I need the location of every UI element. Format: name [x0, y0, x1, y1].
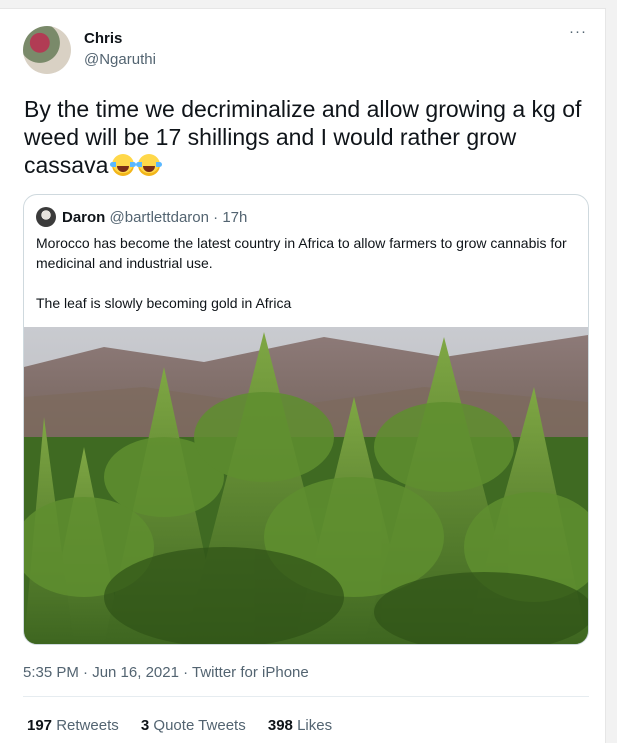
tweet-text: By the time we decriminalize and allow g… [24, 95, 594, 179]
quote-tweets-stat[interactable]: 3 Quote Tweets [141, 717, 246, 734]
author-handle[interactable]: @Ngaruthi [84, 51, 156, 68]
cannabis-field-image[interactable] [24, 327, 588, 644]
quoted-separator: · [208, 209, 223, 226]
quoted-header: Daron @bartlettdaron · 17h [62, 209, 247, 226]
quotes-count: 3 [140, 717, 150, 734]
quotes-label: Quote Tweets [153, 717, 246, 734]
avatar[interactable] [23, 26, 71, 74]
quoted-tweet[interactable]: Daron @bartlettdaron · 17h Morocco has b… [23, 194, 589, 645]
laughing-crying-emoji-icon [110, 154, 137, 176]
quoted-author-handle: @bartlettdaron [109, 209, 209, 226]
tweet-source[interactable]: Twitter for iPhone [192, 664, 309, 681]
quoted-avatar [36, 207, 56, 227]
engagement-stats: 197 Retweets 3 Quote Tweets 398 Likes [27, 717, 350, 734]
quoted-paragraph: Morocco has become the latest country in… [36, 235, 567, 271]
divider [23, 696, 589, 697]
tweet-card: Chris @Ngaruthi ··· By the time we decri… [0, 8, 606, 743]
quoted-author-name: Daron [62, 209, 106, 226]
retweets-label: Retweets [56, 717, 119, 734]
timestamp-text[interactable]: 5:35 PM · Jun 16, 2021 · [23, 664, 192, 681]
laughing-crying-emoji-icon [136, 154, 163, 176]
quoted-text: Morocco has become the latest country in… [36, 233, 576, 313]
retweets-count: 197 [27, 717, 53, 734]
author-name[interactable]: Chris [84, 30, 122, 47]
retweets-stat[interactable]: 197 Retweets [27, 717, 119, 734]
more-options-icon[interactable]: ··· [567, 23, 589, 41]
quoted-paragraph: The leaf is slowly becoming gold in Afri… [36, 295, 292, 311]
tweet-timestamp[interactable]: 5:35 PM · Jun 16, 2021 · Twitter for iPh… [23, 664, 309, 681]
tweet-body: By the time we decriminalize and allow g… [24, 96, 582, 178]
likes-count: 398 [267, 717, 293, 734]
likes-label: Likes [297, 717, 333, 734]
likes-stat[interactable]: 398 Likes [268, 717, 332, 734]
quoted-time: 17h [222, 209, 248, 226]
